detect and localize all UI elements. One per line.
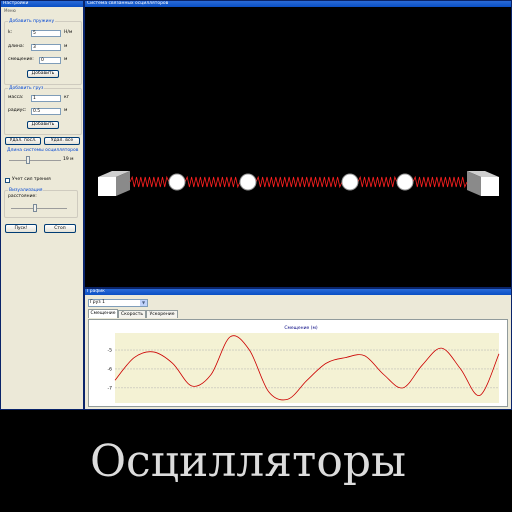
mass-unit: кг <box>64 95 70 100</box>
add-spring-button[interactable]: Добавить <box>27 70 59 78</box>
length-unit: м <box>64 44 68 49</box>
mass-label: масса: <box>8 95 24 100</box>
chart-area: Смещение (м) -5 -6 -7 <box>88 319 508 407</box>
distance-slider-track[interactable] <box>11 208 67 209</box>
spring-1 <box>129 175 170 188</box>
system-length-value: 19 м <box>63 157 74 162</box>
k-unit: Н/м <box>64 30 73 35</box>
offset-unit: м <box>64 57 68 62</box>
mass-2 <box>239 173 257 191</box>
tab-velocity[interactable]: Скорость <box>118 310 146 318</box>
tab-acceleration[interactable]: Ускорение <box>146 310 178 318</box>
delete-last-button[interactable]: Удал. посл. <box>5 137 41 145</box>
mass-3 <box>341 173 359 191</box>
add-mass-button[interactable]: Добавить <box>27 121 59 129</box>
stop-button[interactable]: Стоп <box>44 224 76 233</box>
y-tick-label: -7 <box>108 385 113 391</box>
settings-window: Настройки Меню Добавить пружину k: 5 Н/м… <box>0 0 84 410</box>
distance-slider-thumb[interactable] <box>33 204 37 212</box>
add-spring-group-title: Добавить пружину <box>8 19 56 24</box>
spring-5 <box>412 175 468 189</box>
visualization-group: Визуализация расстояние: <box>4 188 78 218</box>
chart-title: Смещение (м) <box>284 325 318 331</box>
k-input[interactable]: 5 <box>31 30 61 37</box>
chevron-down-icon[interactable]: ▼ <box>140 300 147 306</box>
system-length-slider-thumb[interactable] <box>26 156 30 164</box>
graph-window: График Груз 1 ▼ Смещение Скорость Ускоре… <box>84 288 512 410</box>
displacement-chart: Смещение (м) -5 -6 -7 <box>108 325 500 403</box>
offset-input[interactable]: 0 <box>39 57 61 64</box>
offset-label: смещение: <box>8 57 34 62</box>
tab-strip: Смещение Скорость Ускорение <box>88 309 188 319</box>
spring-4 <box>357 175 398 188</box>
friction-checkbox-label: Учет сил трения <box>12 177 51 182</box>
graph-title: График <box>85 289 511 295</box>
friction-checkbox[interactable] <box>5 178 10 183</box>
radius-label: радиус: <box>8 108 27 113</box>
visualization-group-title: Визуализация <box>8 188 44 193</box>
add-mass-group-title: Добавить груз <box>8 86 45 91</box>
spring-3 <box>255 175 343 189</box>
right-wall <box>481 177 499 196</box>
left-wall <box>98 177 116 196</box>
delete-all-button[interactable]: Удал. все <box>44 137 80 145</box>
oscillator-window: Система связанных осцилляторов <box>84 0 512 288</box>
y-tick-label: -5 <box>108 348 113 354</box>
length-label: длина: <box>8 44 25 49</box>
mass-input[interactable]: 1 <box>31 95 61 102</box>
distance-label: расстояние: <box>8 194 37 199</box>
body-select-value: Груз 1 <box>90 300 105 305</box>
settings-title: Настройки <box>1 1 83 7</box>
menu-bar[interactable]: Меню <box>4 8 16 13</box>
caption: Осцилляторы <box>89 436 406 487</box>
tab-displacement[interactable]: Смещение <box>88 309 118 318</box>
length-input[interactable]: 3 <box>31 44 61 51</box>
add-mass-group: Добавить груз масса: 1 кг радиус: 0.5 м … <box>4 86 82 135</box>
radius-input[interactable]: 0.5 <box>31 108 61 115</box>
mass-1 <box>168 173 186 191</box>
system-length-slider-track[interactable] <box>9 160 61 161</box>
radius-unit: м <box>64 108 68 113</box>
add-spring-group: Добавить пружину k: 5 Н/м длина: 3 м сме… <box>4 19 82 85</box>
mass-4 <box>396 173 414 191</box>
y-tick-label: -6 <box>108 366 113 372</box>
body-select[interactable]: Груз 1 <box>88 299 148 307</box>
plot-background <box>115 333 499 403</box>
k-label: k: <box>8 30 13 35</box>
spring-2 <box>184 175 241 189</box>
oscillator-canvas <box>98 171 499 196</box>
system-length-title: Длина системы осцилляторов <box>7 148 79 153</box>
start-button[interactable]: Пуск! <box>5 224 37 233</box>
